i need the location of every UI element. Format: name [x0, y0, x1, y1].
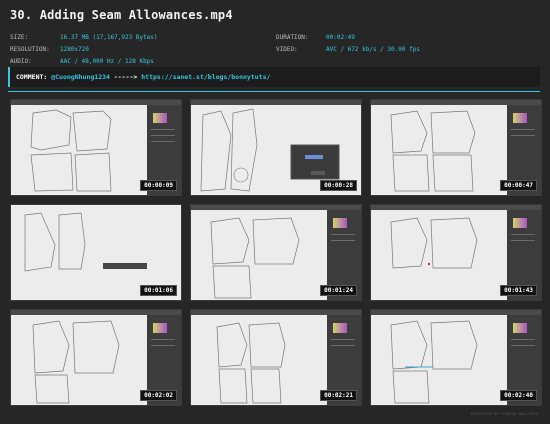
pattern-drawing: [216, 322, 286, 404]
thumbnail[interactable]: 00:02:40: [370, 309, 542, 406]
timestamp: 00:01:24: [320, 285, 357, 296]
comment-user: @CuongNhung1234: [51, 73, 110, 81]
thumbnail[interactable]: 00:01:43: [370, 204, 542, 301]
meta-key: RESOLUTION:: [10, 46, 50, 53]
meta-value: 16.37 MB (17,167,923 Bytes): [60, 34, 158, 41]
thumbnail[interactable]: 00:01:06: [10, 204, 182, 301]
timestamp: 00:00:28: [320, 180, 357, 191]
comment-url[interactable]: https://sanet.st/blogs/bonnytuts/: [141, 73, 270, 81]
watermark: PROCESSED BY SANEGO ANALYZER: [470, 412, 538, 416]
meta-row-video: VIDEO: AVC / 672 kb/s / 30.00 fps: [276, 44, 420, 56]
pattern-drawing: [210, 217, 300, 299]
meta-value: 00:02:49: [326, 34, 355, 41]
meta-key: VIDEO:: [276, 46, 298, 53]
timestamp: 00:02:21: [320, 390, 357, 401]
timestamp: 00:02:02: [140, 390, 177, 401]
pattern-drawing: [390, 320, 478, 404]
meta-value: AVC / 672 kb/s / 30.00 fps: [326, 46, 420, 53]
timestamp: 00:00:47: [500, 180, 537, 191]
thumbnail[interactable]: 00:01:24: [190, 204, 362, 301]
pattern-drawing: [390, 217, 478, 269]
thumbnail[interactable]: 00:00:28: [190, 99, 362, 196]
meta-row-duration: DURATION: 00:02:49: [276, 32, 420, 44]
timestamp: 00:00:09: [140, 180, 177, 191]
timestamp: 00:01:06: [140, 285, 177, 296]
comment-label: COMMENT:: [16, 73, 48, 81]
meta-key: DURATION:: [276, 34, 309, 41]
pattern-drawing: [390, 110, 476, 192]
meta-row-resolution: RESOLUTION: 1280x720: [10, 44, 158, 56]
thumbnail[interactable]: 00:02:02: [10, 309, 182, 406]
timestamp: 00:01:43: [500, 285, 537, 296]
video-title: 30. Adding Seam Allowances.mp4: [10, 8, 233, 22]
thumbnail[interactable]: 00:00:09: [10, 99, 182, 196]
pattern-drawing: [30, 109, 112, 192]
metadata-left: SIZE: 16.37 MB (17,167,923 Bytes) RESOLU…: [10, 32, 158, 68]
timestamp: 00:02:40: [500, 390, 537, 401]
pattern-drawing: [32, 320, 120, 404]
comment-arrow: ----->: [113, 73, 138, 81]
meta-key: SIZE:: [10, 34, 29, 41]
meta-row-size: SIZE: 16.37 MB (17,167,923 Bytes): [10, 32, 158, 44]
meta-value: 1280x720: [60, 46, 89, 53]
thumbnail[interactable]: 00:00:47: [370, 99, 542, 196]
comment-bar: COMMENT: @CuongNhung1234 -----> https://…: [8, 67, 540, 87]
metadata-right: DURATION: 00:02:49 VIDEO: AVC / 672 kb/s…: [276, 32, 420, 56]
divider: [8, 91, 540, 92]
thumbnail[interactable]: 00:02:21: [190, 309, 362, 406]
